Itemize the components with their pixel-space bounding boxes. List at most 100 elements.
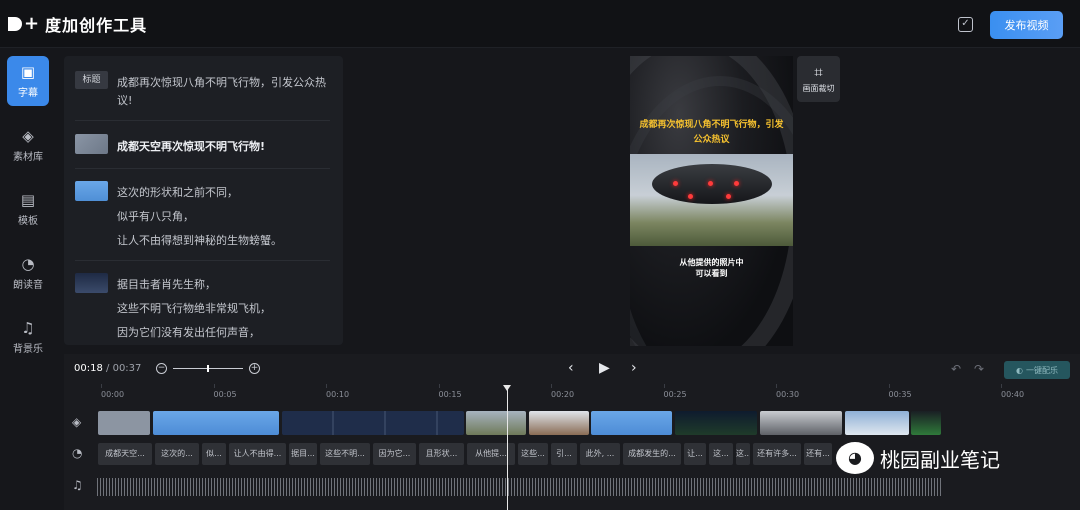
segment-line[interactable]: 据目击者肖先生称， [117,276,216,292]
playhead[interactable] [507,386,508,510]
sidebar-item-subtitles[interactable]: ▣ 字幕 [7,56,49,106]
ruler-tick [1001,384,1002,388]
video-clip[interactable] [282,411,464,435]
ruler-tick [101,384,102,388]
next-icon[interactable]: › [631,360,637,376]
sidebar-item-templates[interactable]: ▤ 模板 [7,184,49,234]
auto-music-label: 一键配乐 [1025,365,1058,375]
sidebar-item-voice[interactable]: ◔ 朗读音 [7,248,49,298]
caption-clip[interactable]: 让... [684,443,706,465]
crop-button[interactable]: ⌗ 画面裁切 [797,56,840,102]
time-ruler[interactable]: 00:00 00:05 00:10 00:15 00:20 00:25 00:30 00:35… [64,384,1080,406]
segment-thumbnail[interactable] [75,181,108,201]
caption-clip[interactable]: 因为它... [373,443,416,465]
watermark-text: 桃园副业笔记 [880,447,1000,472]
ruler-tick [213,384,215,388]
segment-line[interactable]: 这次的形状和之前不同， [117,184,238,200]
script-segment[interactable]: 成都天空再次惊现不明飞行物! [64,120,343,168]
undo-icon[interactable]: ↶ [951,362,961,376]
caption-clip[interactable]: 此外, ... [580,443,620,465]
video-clip[interactable] [529,411,589,435]
ruler-tick-label: 00:20 [551,390,575,399]
template-icon: ▤ [20,190,36,209]
sidebar-item-materials[interactable]: ◈ 素材库 [7,120,49,170]
segment-line[interactable]: 这些不明飞行物绝非常规飞机， [117,300,271,316]
title-segment[interactable]: 标题 成都再次惊现八角不明飞行物，引发公众热 议! [64,56,343,120]
prev-icon[interactable]: ‹ [568,360,574,376]
preview-subtitle: 从他提供的照片中 可以看到 [638,257,785,279]
audio-waveform[interactable] [97,478,942,496]
sidebar-item-label: 素材库 [13,151,43,163]
script-segment[interactable]: 这次的形状和之前不同， 似乎有八只角， 让人不由得想到神秘的生物螃蟹。 [64,168,343,260]
zoom-slider-handle[interactable] [207,365,209,372]
layers-icon: ◈ [22,126,34,145]
app-title: 度加创作工具 [45,15,148,35]
voice-icon: ◔ [21,254,35,273]
segment-line[interactable]: 让人不由得想到神秘的生物螃蟹。 [117,232,282,248]
app-logo[interactable]: + 度加创作工具 [8,12,147,36]
zoom-out-icon[interactable]: − [156,363,167,374]
caption-clip[interactable]: 引... [551,443,577,465]
ruler-tick-label: 00:15 [438,390,462,399]
ruler-tick-label: 00:40 [1001,390,1025,399]
checklist-icon[interactable]: ✓ [958,17,973,32]
caption-clip[interactable]: 且形状... [419,443,464,465]
ruler-tick-label: 00:30 [776,390,800,399]
segment-line[interactable]: 似乎有八只角， [117,208,194,224]
title-line[interactable]: 议! [117,92,132,108]
preview-subtitle-line: 从他提供的照片中 [679,258,744,267]
zoom-slider[interactable] [173,365,243,372]
sidebar-item-music[interactable]: ♫ 背景乐 [7,312,49,362]
video-clip[interactable] [675,411,757,435]
video-clip[interactable] [98,411,150,435]
ruler-tick [438,384,440,388]
zoom-control[interactable]: − + [156,363,260,374]
caption-clip[interactable]: 这次的... [155,443,199,465]
ruler-tick-label: 00:10 [326,390,350,399]
caption-clip[interactable]: 据目... [289,443,317,465]
caption-clip[interactable]: 这... [736,443,750,465]
title-tag: 标题 [75,71,108,89]
time-readout: 00:18 / 00:37 [74,363,142,374]
video-clip[interactable] [466,411,526,435]
ruler-tick-label: 00:35 [888,390,912,399]
caption-clip[interactable]: 似... [202,443,226,465]
playhead-handle[interactable] [503,385,511,391]
preview-title: 成都再次惊现八角不明飞行物，引发公众热议 [639,120,784,145]
segment-line[interactable]: 成都天空再次惊现不明飞行物! [117,138,265,154]
caption-clip[interactable]: 这... [709,443,733,465]
video-clip[interactable] [911,411,941,435]
video-clip[interactable] [591,411,672,435]
auto-music-button[interactable]: ◐ 一键配乐 [1004,361,1070,379]
video-preview[interactable]: 成都再次惊现八角不明飞行物，引发公众热议 从他提供的照片中 可以看到 [630,56,793,346]
publish-video-button[interactable]: 发布视频 [990,11,1063,39]
total-time: 00:37 [112,363,142,374]
video-clip[interactable] [760,411,842,435]
watermark: ◕ 桃园副业笔记 [836,442,1000,474]
title-line[interactable]: 成都再次惊现八角不明飞行物，引发公众热 [117,74,326,90]
caption-clip[interactable]: 让人不由得... [229,443,286,465]
script-segment[interactable]: 据目击者肖先生称， 这些不明飞行物绝非常规飞机， 因为它们没有发出任何声音， [64,260,343,345]
caption-clip[interactable]: 成都天空... [98,443,152,465]
sidebar-item-label: 字幕 [18,87,38,99]
play-icon[interactable]: ▶ [599,360,610,376]
ruler-tick [776,384,777,388]
music-note-icon: ♫ [21,318,35,337]
segment-line[interactable]: 因为它们没有发出任何声音， [117,324,260,340]
segment-thumbnail[interactable] [75,273,108,293]
caption-clip[interactable]: 还有... [804,443,832,465]
logo-mark-icon: + [8,14,39,32]
ruler-tick [888,384,890,388]
video-clip[interactable] [845,411,909,435]
caption-clip[interactable]: 这些不明... [320,443,370,465]
caption-clip[interactable]: 这些... [518,443,548,465]
ruler-tick [551,384,552,388]
segment-thumbnail[interactable] [75,134,108,154]
redo-icon[interactable]: ↷ [974,362,984,376]
caption-clip[interactable]: 还有许多... [753,443,801,465]
zoom-in-icon[interactable]: + [249,363,260,374]
preview-subtitle-line: 可以看到 [695,269,728,278]
video-clip[interactable] [153,411,279,435]
ruler-tick [326,384,327,388]
caption-clip[interactable]: 成都发生的... [623,443,681,465]
